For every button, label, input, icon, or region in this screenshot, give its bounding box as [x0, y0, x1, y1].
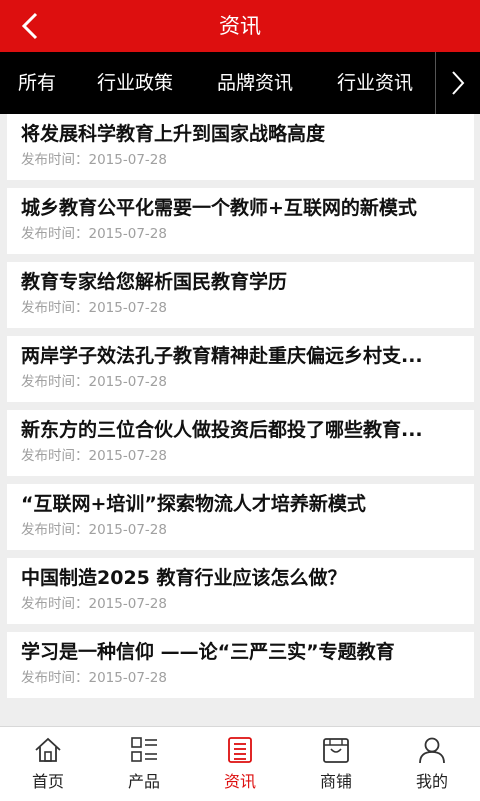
nav-products[interactable]: 产品: [96, 727, 192, 801]
publish-date: 发布时间：2015-07-28: [21, 226, 167, 242]
nav-mine[interactable]: 我的: [384, 727, 480, 801]
list-item[interactable]: 学习是一种信仰 ——论“三严三实”专题教育 发布时间：2015-07-28: [7, 632, 474, 698]
tab-industry-policy[interactable]: 行业政策: [97, 52, 173, 114]
list-item[interactable]: 新东方的三位合伙人做投资后都投了哪些教育... 发布时间：2015-07-28: [7, 410, 474, 476]
home-icon: [35, 737, 61, 762]
nav-label: 产品: [127, 772, 160, 791]
tab-brand-news[interactable]: 品牌资讯: [217, 52, 293, 114]
tab-industry-news[interactable]: 行业资讯: [337, 52, 413, 114]
article-title: “互联网+培训”探索物流人才培养新模式: [21, 493, 366, 515]
nav-label: 首页: [31, 772, 64, 791]
nav-label: 我的: [415, 772, 448, 791]
article-title: 将发展科学教育上升到国家战略高度: [21, 123, 326, 145]
publish-date: 发布时间：2015-07-28: [21, 596, 167, 612]
publish-date: 发布时间：2015-07-28: [21, 300, 167, 316]
tab-all[interactable]: 所有: [18, 52, 56, 114]
top-bar: 资讯: [0, 0, 480, 52]
list-item[interactable]: 将发展科学教育上升到国家战略高度 发布时间：2015-07-28: [7, 114, 474, 180]
bottom-nav: 首页 产品 资讯 商铺 我的: [0, 726, 480, 801]
publish-date: 发布时间：2015-07-28: [21, 670, 167, 686]
article-title: 学习是一种信仰 ——论“三严三实”专题教育: [21, 641, 395, 663]
list-item[interactable]: 教育专家给您解析国民教育学历 发布时间：2015-07-28: [7, 262, 474, 328]
grid-list-icon: [131, 737, 157, 762]
nav-news[interactable]: 资讯: [192, 727, 288, 801]
page-title: 资讯: [219, 14, 261, 38]
list-item[interactable]: 两岸学子效法孔子教育精神赴重庆偏远乡村支... 发布时间：2015-07-28: [7, 336, 474, 402]
nav-home[interactable]: 首页: [0, 727, 96, 801]
user-icon: [419, 737, 445, 764]
publish-date: 发布时间：2015-07-28: [21, 152, 167, 168]
article-title: 城乡教育公平化需要一个教师+互联网的新模式: [21, 197, 417, 219]
category-tabs: 所有 行业政策 品牌资讯 行业资讯: [0, 52, 480, 114]
nav-label: 商铺: [319, 772, 352, 791]
store-icon: [323, 738, 349, 763]
article-title: 教育专家给您解析国民教育学历: [21, 271, 288, 293]
list-item[interactable]: 城乡教育公平化需要一个教师+互联网的新模式 发布时间：2015-07-28: [7, 188, 474, 254]
list-item[interactable]: “互联网+培训”探索物流人才培养新模式 发布时间：2015-07-28: [7, 484, 474, 550]
list-item[interactable]: 中国制造2025 教育行业应该怎么做？ 发布时间：2015-07-28: [7, 558, 474, 624]
article-title: 两岸学子效法孔子教育精神赴重庆偏远乡村支...: [21, 345, 423, 367]
nav-label: 资讯: [223, 772, 256, 791]
article-title: 中国制造2025 教育行业应该怎么做？: [21, 567, 347, 589]
publish-date: 发布时间：2015-07-28: [21, 448, 167, 464]
publish-date: 发布时间：2015-07-28: [21, 374, 167, 390]
more-tabs-button[interactable]: [435, 52, 480, 114]
chevron-right-icon: [452, 71, 465, 95]
news-icon: [228, 737, 252, 763]
nav-store[interactable]: 商铺: [288, 727, 384, 801]
article-title: 新东方的三位合伙人做投资后都投了哪些教育...: [21, 419, 423, 441]
publish-date: 发布时间：2015-07-28: [21, 522, 167, 538]
